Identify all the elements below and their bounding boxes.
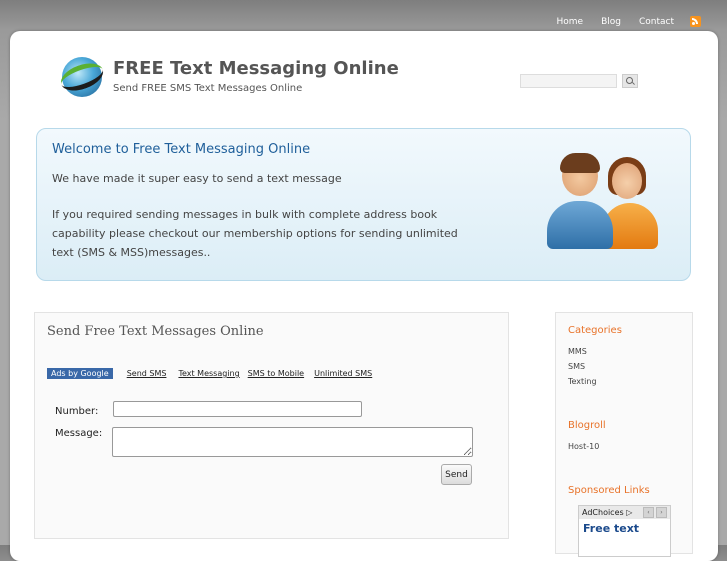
category-link-texting[interactable]: Texting — [568, 377, 597, 386]
search-icon[interactable] — [622, 74, 638, 88]
ad-link-sms-to-mobile[interactable]: SMS to Mobile — [248, 369, 304, 378]
ad-next-icon[interactable]: › — [656, 507, 667, 518]
ad-unit[interactable]: AdChoices ▷ ‹ › Free text — [578, 505, 671, 557]
man-hair — [560, 153, 600, 173]
users-illustration-icon — [542, 151, 662, 251]
site-title[interactable]: FREE Text Messaging Online — [113, 58, 399, 79]
nav-blog-link[interactable]: Blog — [601, 17, 621, 27]
blogroll-link-host-10[interactable]: Host-10 — [568, 442, 599, 451]
logo-arc-dark — [57, 58, 107, 96]
adchoices-bar: AdChoices ▷ ‹ › — [579, 506, 670, 519]
search-form — [520, 74, 638, 88]
category-link-sms[interactable]: SMS — [568, 362, 585, 371]
woman-head — [612, 163, 642, 199]
welcome-heading: Welcome to Free Text Messaging Online — [52, 142, 311, 157]
sponsored-links-heading: Sponsored Links — [568, 485, 650, 496]
nav-home-link[interactable]: Home — [557, 17, 584, 27]
welcome-panel: Welcome to Free Text Messaging Online We… — [36, 128, 691, 281]
send-heading: Send Free Text Messages Online — [47, 324, 264, 339]
ad-nav-arrows: ‹ › — [643, 507, 667, 518]
welcome-membership-text: If you required sending messages in bulk… — [52, 208, 458, 259]
ad-prev-icon[interactable]: ‹ — [643, 507, 654, 518]
nav-contact-link[interactable]: Contact — [639, 17, 674, 27]
welcome-intro-text: We have made it super easy to send a tex… — [52, 172, 342, 185]
rss-icon[interactable] — [690, 16, 701, 27]
ad-link-text-messaging[interactable]: Text Messaging — [178, 369, 239, 378]
site-description: Send FREE SMS Text Messages Online — [113, 83, 303, 94]
message-field[interactable] — [112, 427, 473, 457]
ad-free-text-link[interactable]: Free text — [579, 519, 670, 538]
categories-heading: Categories — [568, 325, 622, 336]
send-sms-panel: Send Free Text Messages Online Ads by Go… — [34, 312, 509, 539]
number-label: Number: — [55, 406, 99, 417]
page-container: FREE Text Messaging Online Send FREE SMS… — [10, 31, 718, 561]
ad-link-send-sms[interactable]: Send SMS — [127, 369, 167, 378]
search-input[interactable] — [520, 74, 617, 88]
ads-by-google-badge[interactable]: Ads by Google — [47, 368, 113, 379]
top-navigation: Home Blog Contact — [539, 16, 701, 27]
ad-link-unlimited-sms[interactable]: Unlimited SMS — [314, 369, 372, 378]
site-logo-icon[interactable] — [57, 57, 107, 97]
adchoices-label[interactable]: AdChoices ▷ — [582, 508, 632, 517]
ad-links-row: Ads by Google Send SMS Text Messaging SM… — [47, 368, 372, 379]
sidebar: Categories MMS SMS Texting Blogroll Host… — [555, 312, 693, 557]
number-field[interactable] — [113, 401, 362, 417]
send-button[interactable]: Send — [441, 464, 472, 485]
message-label: Message: — [55, 428, 103, 439]
blogroll-heading: Blogroll — [568, 420, 606, 431]
man-body — [547, 201, 613, 249]
category-link-mms[interactable]: MMS — [568, 347, 587, 356]
